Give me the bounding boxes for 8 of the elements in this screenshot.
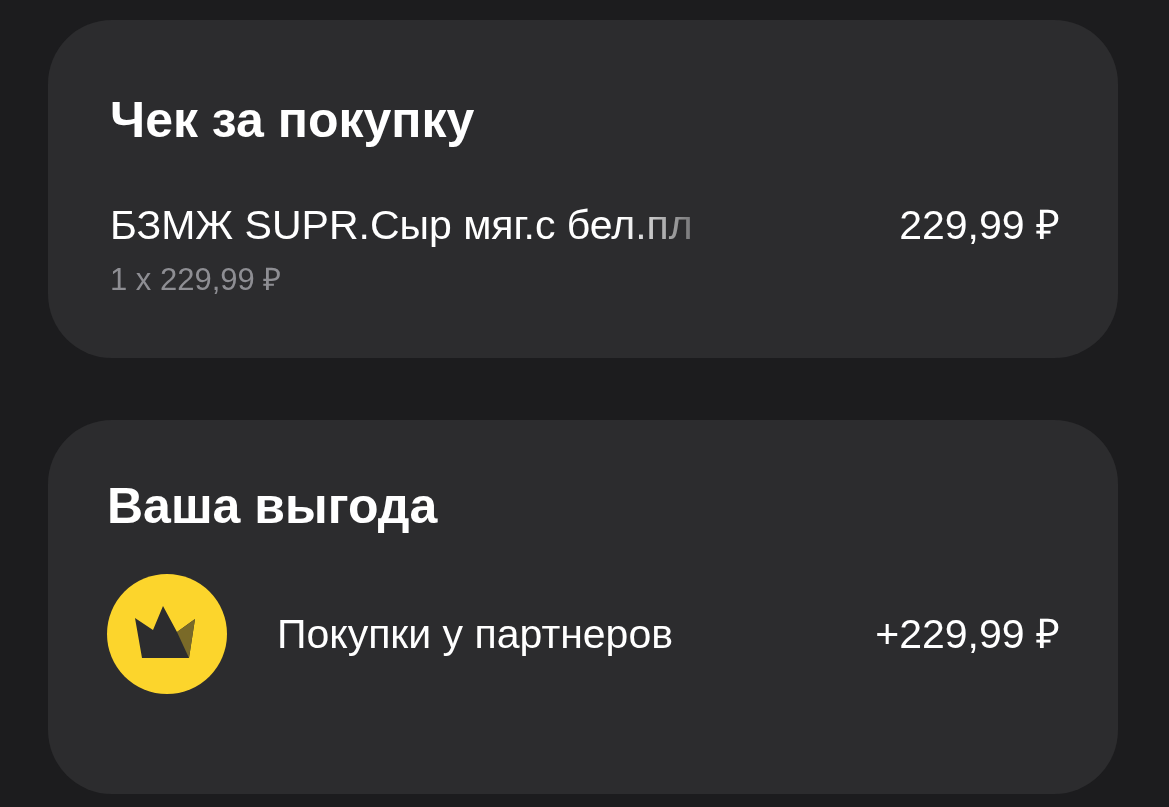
item-name: БЗМЖ SUPR.Сыр мяг.с бел.пл: [110, 201, 693, 250]
card-title: Чек за покупку: [110, 91, 476, 150]
item-price: 229,99 ₽: [899, 201, 1060, 250]
card-title: Ваша выгода: [107, 477, 439, 536]
benefit-label: Покупки у партнеров: [277, 610, 673, 659]
benefit-amount: +229,99 ₽: [875, 610, 1060, 659]
crown-icon: [107, 574, 227, 694]
quantity-text: 1 x 229,99 ₽: [110, 261, 283, 299]
